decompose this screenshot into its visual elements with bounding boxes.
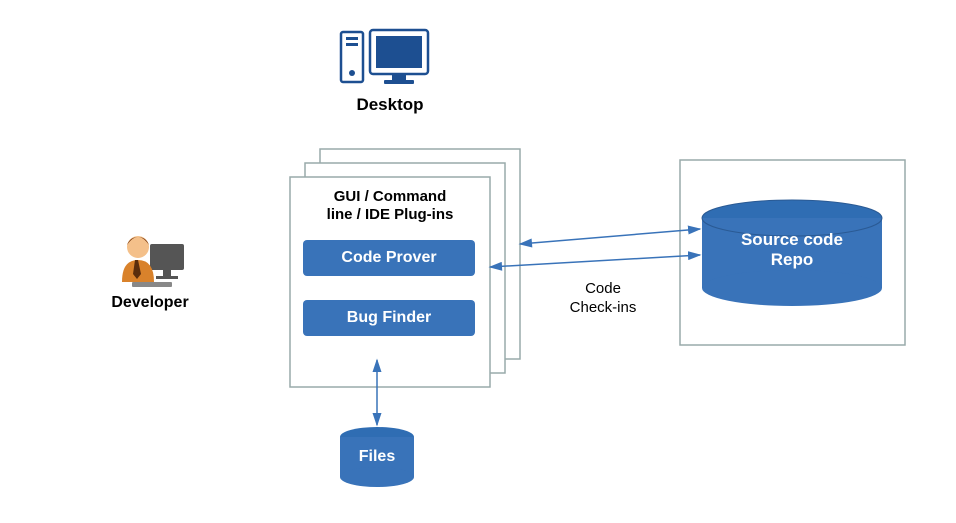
- code-prover-box: Code Prover: [303, 240, 475, 276]
- code-checkins-label: Code Check-ins: [548, 280, 658, 318]
- developer-label: Developer: [100, 294, 200, 312]
- files-label: Files: [340, 448, 414, 466]
- panel-heading-l1: GUI / Command: [334, 188, 447, 205]
- desktop-label: Desktop: [340, 95, 440, 115]
- panel-heading: GUI / Command line / IDE Plug-ins: [300, 188, 480, 224]
- repo-label: Source code Repo: [702, 230, 882, 271]
- arrow-panels-repo-2: [490, 255, 700, 267]
- bug-finder-box: Bug Finder: [303, 300, 475, 336]
- repo-label-l1: Source code: [741, 230, 843, 249]
- desktop-icon: [341, 30, 428, 84]
- code-checkins-l1: Code: [585, 280, 621, 297]
- code-checkins-l2: Check-ins: [570, 299, 637, 316]
- panel-heading-l2: line / IDE Plug-ins: [327, 206, 454, 223]
- developer-icon: [122, 236, 184, 287]
- arrow-panels-repo-1: [520, 229, 700, 244]
- repo-label-l2: Repo: [771, 250, 814, 269]
